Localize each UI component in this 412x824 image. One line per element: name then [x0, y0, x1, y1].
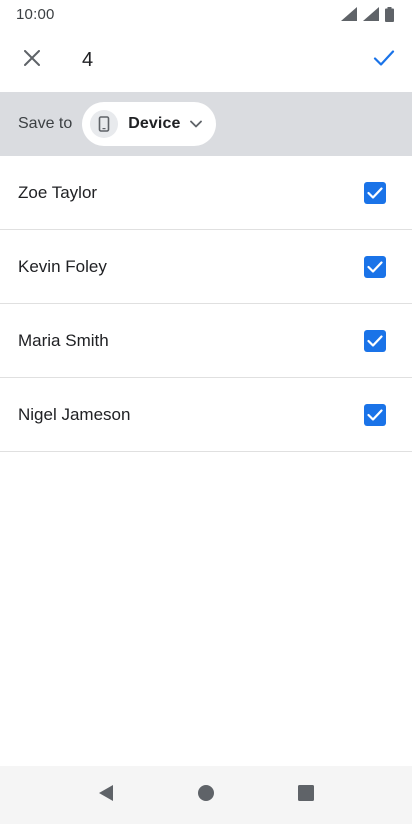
save-to-bar: Save to Device	[0, 92, 412, 156]
selected-count: 4	[82, 48, 94, 71]
screen: 10:00 4 Save to Device Zoe Taylor Kevin …	[0, 0, 412, 824]
chevron-down-icon	[190, 120, 203, 128]
contact-row[interactable]: Nigel Jameson	[0, 378, 412, 452]
account-chip[interactable]: Device	[82, 102, 217, 146]
top-bar: 4	[0, 28, 412, 92]
status-icons	[341, 6, 394, 22]
close-button[interactable]	[8, 36, 56, 84]
status-bar: 10:00	[0, 0, 412, 28]
phone-icon	[90, 110, 119, 138]
battery-icon	[385, 6, 394, 22]
confirm-button[interactable]	[360, 36, 408, 84]
contact-row[interactable]: Maria Smith	[0, 304, 412, 378]
check-icon	[373, 49, 395, 72]
signal-icon	[341, 7, 357, 21]
contact-name: Kevin Foley	[18, 256, 107, 276]
contact-checkbox[interactable]	[364, 255, 386, 278]
contact-name: Zoe Taylor	[18, 182, 98, 202]
back-icon	[98, 784, 114, 807]
contact-list: Zoe Taylor Kevin Foley Maria Smith Nigel…	[0, 156, 412, 452]
back-button[interactable]	[56, 766, 156, 824]
navigation-bar	[0, 766, 412, 824]
save-to-label: Save to	[18, 115, 73, 132]
home-button[interactable]	[156, 766, 256, 824]
contact-name: Maria Smith	[18, 330, 109, 350]
signal-icon	[363, 7, 379, 21]
contact-row[interactable]: Zoe Taylor	[0, 156, 412, 230]
contact-checkbox[interactable]	[364, 181, 386, 204]
account-chip-label: Device	[128, 115, 181, 132]
recents-icon	[297, 784, 315, 807]
recents-button[interactable]	[256, 766, 356, 824]
contact-checkbox[interactable]	[364, 329, 386, 352]
contact-name: Nigel Jameson	[18, 404, 131, 424]
status-time: 10:00	[16, 5, 55, 23]
close-icon	[24, 49, 40, 71]
contact-row[interactable]: Kevin Foley	[0, 230, 412, 304]
home-icon	[197, 784, 215, 807]
contact-checkbox[interactable]	[364, 403, 386, 426]
